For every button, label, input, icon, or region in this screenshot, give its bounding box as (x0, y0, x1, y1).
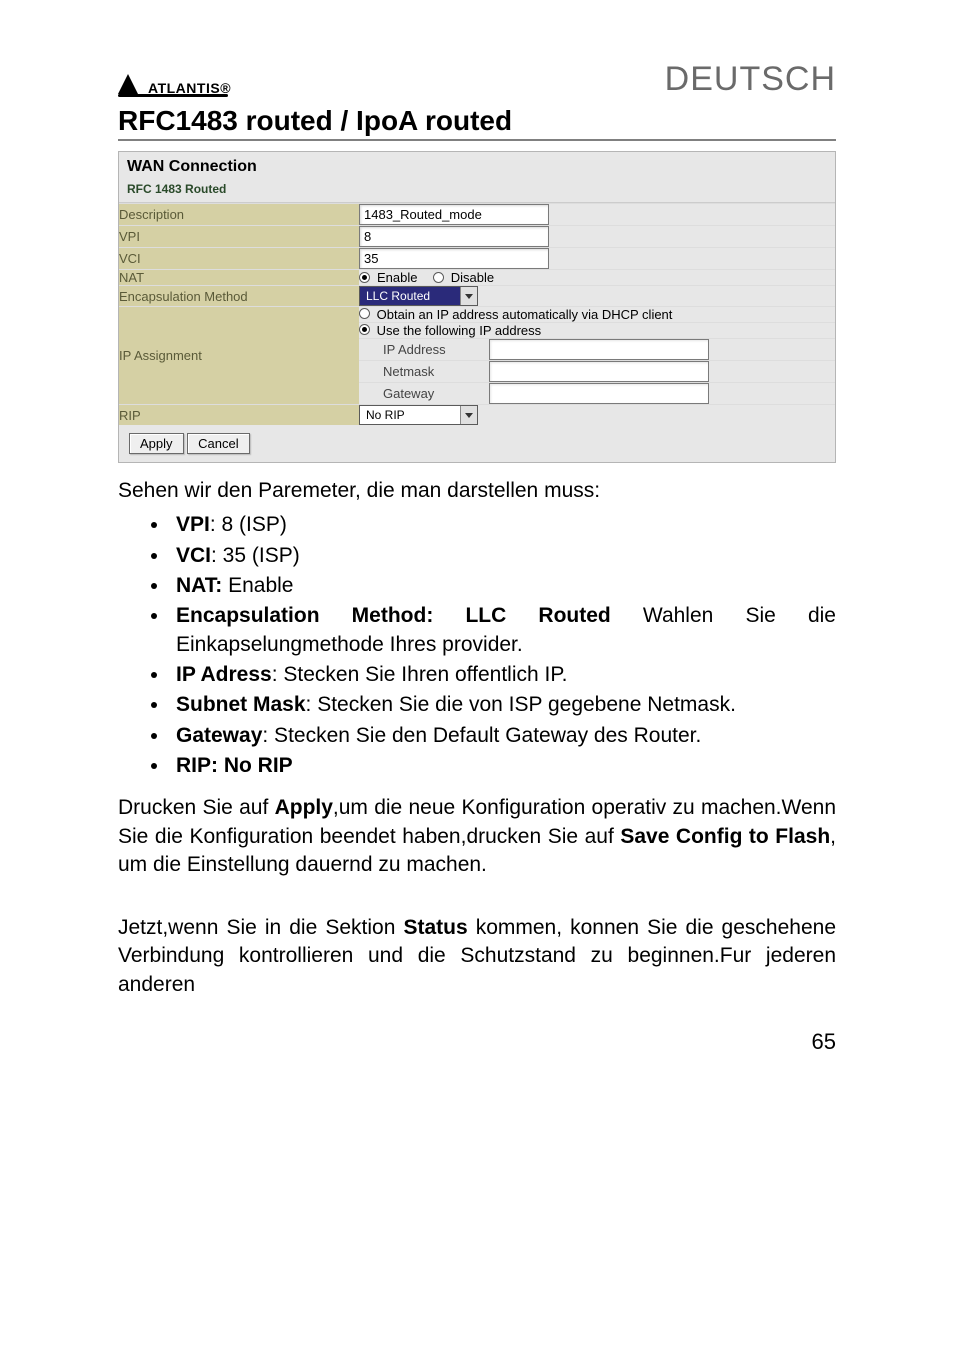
list-item: IP Adress: Stecken Sie Ihren offentlich … (170, 661, 836, 689)
page-title: RFC1483 routed / IpoA routed (118, 105, 836, 141)
list-item: RIP: No RIP (170, 752, 836, 780)
ip-assignment-table: Obtain an IP address automatically via D… (359, 307, 835, 404)
dropdown-icon (460, 406, 477, 424)
ip-assignment-label: IP Assignment (119, 307, 359, 405)
rip-value: No RIP (360, 406, 460, 424)
ip-auto-label: Obtain an IP address automatically via D… (377, 307, 673, 322)
encapsulation-select[interactable]: LLC Routed (359, 286, 478, 306)
wan-connection-panel: WAN Connection RFC 1483 Routed Descripti… (118, 151, 836, 463)
vpi-input[interactable] (359, 226, 549, 247)
list-item: Encapsulation Method: LLC Routed Wahlen … (170, 602, 836, 659)
panel-title: WAN Connection (119, 152, 835, 180)
button-row: Apply Cancel (119, 425, 835, 462)
ip-manual-label: Use the following IP address (377, 323, 542, 338)
list-item: Subnet Mask: Stecken Sie die von ISP geg… (170, 691, 836, 719)
page-number: 65 (118, 1029, 836, 1055)
gateway-input[interactable] (489, 383, 709, 404)
gateway-label: Gateway (359, 383, 489, 405)
netmask-input[interactable] (489, 361, 709, 382)
page-header: ATLANTIS® DEUTSCH (118, 60, 836, 99)
nat-disable-label: Disable (451, 270, 494, 285)
apply-button[interactable]: Apply (129, 433, 184, 454)
nat-enable-label: Enable (377, 270, 417, 285)
dropdown-icon (460, 287, 477, 305)
netmask-label: Netmask (359, 361, 489, 383)
parameter-list: VPI: 8 (ISP) VCI: 35 (ISP) NAT: Enable E… (170, 511, 836, 780)
rip-select[interactable]: No RIP (359, 405, 478, 425)
description-label: Description (119, 204, 359, 226)
form-table: Description VPI VCI NAT Enable (119, 203, 835, 425)
brand-name: ATLANTIS (148, 80, 220, 96)
brand-registered: ® (220, 80, 231, 96)
language-label: DEUTSCH (665, 60, 836, 99)
ip-address-input[interactable] (489, 339, 709, 360)
ip-auto-radio[interactable] (359, 308, 370, 319)
nat-enable-radio[interactable] (359, 272, 370, 283)
paragraph-apply: Drucken Sie auf Apply,um die neue Konfig… (118, 794, 836, 879)
encapsulation-label: Encapsulation Method (119, 286, 359, 307)
list-item: NAT: Enable (170, 572, 836, 600)
list-item: VCI: 35 (ISP) (170, 542, 836, 570)
brand-block: ATLANTIS® (118, 80, 231, 99)
nat-label: NAT (119, 270, 359, 286)
nat-disable-radio[interactable] (433, 272, 444, 283)
vci-label: VCI (119, 248, 359, 270)
brand-logo: ATLANTIS® (118, 80, 231, 96)
vci-input[interactable] (359, 248, 549, 269)
list-item: Gateway: Stecken Sie den Default Gateway… (170, 722, 836, 750)
encapsulation-value: LLC Routed (360, 287, 460, 305)
panel-subtitle: RFC 1483 Routed (119, 180, 835, 203)
paragraph-status: Jetzt,wenn Sie in die Sektion Status kom… (118, 914, 836, 999)
intro-text: Sehen wir den Paremeter, die man darstel… (118, 477, 836, 505)
body-text: Sehen wir den Paremeter, die man darstel… (118, 477, 836, 999)
description-input[interactable] (359, 204, 549, 225)
rip-label: RIP (119, 405, 359, 426)
nat-radio-group: Enable Disable (359, 270, 835, 285)
list-item: VPI: 8 (ISP) (170, 511, 836, 539)
ip-address-label: IP Address (359, 339, 489, 361)
cancel-button[interactable]: Cancel (187, 433, 249, 454)
vpi-label: VPI (119, 226, 359, 248)
ip-manual-radio[interactable] (359, 324, 370, 335)
